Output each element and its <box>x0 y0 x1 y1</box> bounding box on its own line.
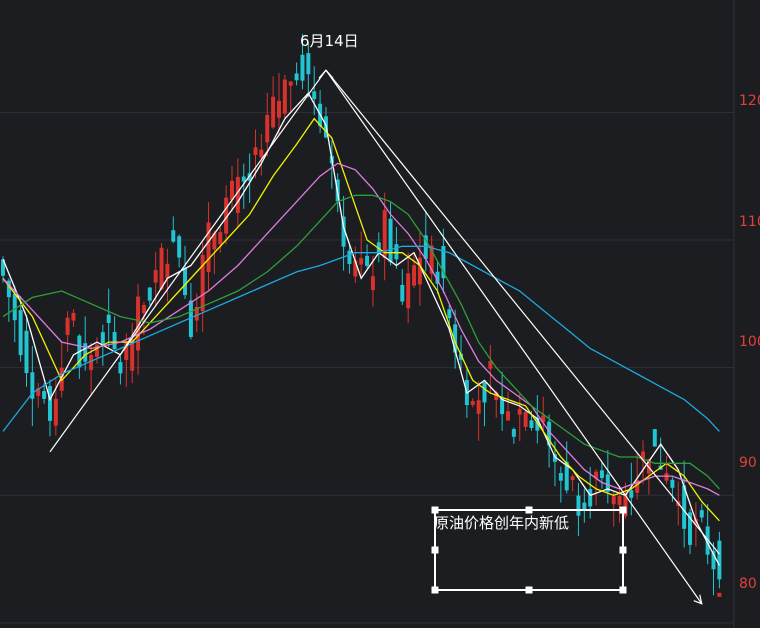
candle-down <box>652 429 657 447</box>
candle-down <box>394 244 399 260</box>
candle-up <box>523 411 528 427</box>
candle-down <box>529 420 534 428</box>
candle-down <box>12 293 17 321</box>
candle-down <box>500 398 505 415</box>
candle-up <box>617 495 622 506</box>
last-price-marker <box>717 592 722 597</box>
price-chart: 120 110 100 90 80 6月14日 原油价格创年内新低 <box>0 0 760 628</box>
candle-down <box>365 255 370 266</box>
candle-down <box>42 391 47 399</box>
candle-down <box>558 473 563 481</box>
candle-down <box>83 343 88 362</box>
candle-down <box>306 53 311 75</box>
candle-down <box>629 490 634 498</box>
y-tick-label: 80 <box>739 576 757 592</box>
candle-up <box>664 473 669 481</box>
candle-down <box>294 73 299 81</box>
candle-up <box>406 273 411 309</box>
candle-up <box>153 270 158 283</box>
y-tick-label: 110 <box>739 214 760 230</box>
candle-down <box>347 250 352 264</box>
candle-up <box>611 496 616 505</box>
candle-down <box>171 230 176 242</box>
candle-down <box>599 470 604 478</box>
candle-down <box>511 429 516 437</box>
resize-handle[interactable] <box>619 506 627 514</box>
candle-down <box>18 310 23 356</box>
candle-down <box>112 331 117 350</box>
candle-down <box>106 314 111 323</box>
candle-down <box>118 362 123 374</box>
candle-up <box>282 79 287 114</box>
annotation-box-text[interactable]: 原油价格创年内新低 <box>434 514 569 532</box>
candle-up <box>370 276 375 291</box>
candle-down <box>447 309 452 319</box>
resize-handle[interactable] <box>619 546 627 554</box>
peak-date-label: 6月14日 <box>300 32 359 50</box>
resize-handle[interactable] <box>431 586 439 594</box>
candle-up <box>359 258 364 265</box>
candle-down <box>588 488 593 507</box>
candle-up <box>517 408 522 415</box>
candle-down <box>312 91 317 100</box>
resize-handle[interactable] <box>431 506 439 514</box>
candle-up <box>89 355 94 371</box>
candle-down <box>300 54 305 81</box>
candle-down <box>699 510 704 518</box>
candle-down <box>24 330 29 374</box>
candle-up <box>71 312 76 321</box>
candle-down <box>241 176 246 182</box>
candle-down <box>482 382 487 403</box>
candle-up <box>165 263 170 279</box>
resize-handle[interactable] <box>525 586 533 594</box>
y-tick-label: 90 <box>739 455 757 471</box>
candle-down <box>147 287 152 301</box>
candle-up <box>65 317 70 335</box>
candle-up <box>276 100 281 118</box>
candle-up <box>218 232 223 245</box>
candle-down <box>717 540 722 580</box>
candle-up <box>570 476 575 481</box>
candle-up <box>259 149 264 158</box>
candle-up <box>53 398 58 426</box>
candle-down <box>47 386 52 421</box>
candle-down <box>670 479 675 488</box>
candle-up <box>476 400 481 414</box>
candle-up <box>505 411 510 421</box>
candle-up <box>265 114 270 143</box>
candle-down <box>183 268 188 296</box>
candle-up <box>253 147 258 155</box>
y-tick-label: 120 <box>739 93 760 109</box>
candle-down <box>576 495 581 516</box>
candle-up <box>141 305 146 313</box>
candle-up <box>159 247 164 290</box>
y-tick-label: 100 <box>739 334 760 350</box>
candle-up <box>271 96 276 128</box>
candle-down <box>177 236 182 258</box>
candle-down <box>100 332 105 345</box>
resize-handle[interactable] <box>431 546 439 554</box>
resize-handle[interactable] <box>619 586 627 594</box>
candle-up <box>412 265 417 286</box>
candle-down <box>400 284 405 302</box>
candle-up <box>470 401 475 405</box>
candle-up <box>288 81 293 86</box>
candle-down <box>388 218 393 262</box>
resize-handle[interactable] <box>525 506 533 514</box>
candle-up <box>230 180 235 201</box>
